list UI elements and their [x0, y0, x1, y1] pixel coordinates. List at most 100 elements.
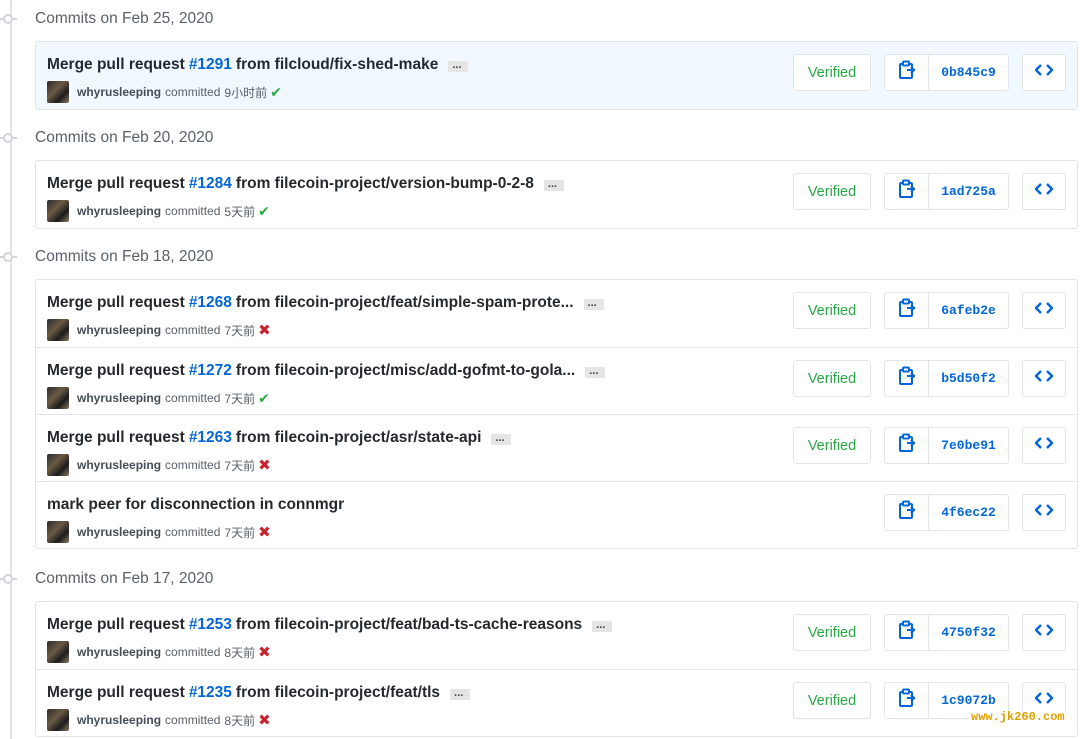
pull-request-link[interactable]: #1253 — [189, 615, 232, 635]
commit-sha-link[interactable]: 4750f32 — [929, 615, 1008, 650]
sha-button-group: 0b845c9 — [884, 54, 1009, 91]
commit-title[interactable]: Merge pull request #1272 from filecoin-pro… — [47, 360, 606, 382]
commit-author[interactable]: whyrusleeping — [77, 525, 161, 539]
avatar[interactable] — [47, 81, 69, 103]
x-icon[interactable]: ✖ — [258, 643, 271, 661]
commit-title[interactable]: Merge pull request #1235 from filecoin-pro… — [47, 682, 471, 704]
copy-sha-button[interactable] — [885, 293, 929, 328]
copy-sha-button[interactable] — [885, 361, 929, 396]
avatar[interactable] — [47, 709, 69, 731]
commit-author[interactable]: whyrusleeping — [77, 391, 161, 405]
commit-title[interactable]: mark peer for disconnection in connmgr — [47, 494, 344, 516]
commits-timeline: Commits on Feb 25, 2020 Merge pull reques… — [0, 0, 1080, 739]
clippy-icon — [898, 500, 916, 525]
commit-sha-link[interactable]: 1ad725a — [929, 174, 1008, 209]
verified-badge[interactable]: Verified — [793, 427, 871, 464]
verified-badge[interactable]: Verified — [793, 54, 871, 91]
commit-title[interactable]: Merge pull request #1253 from filecoin-pro… — [47, 614, 613, 636]
check-icon[interactable]: ✔ — [270, 84, 282, 101]
pull-request-link[interactable]: #1263 — [189, 428, 232, 448]
expand-message-button[interactable] — [491, 428, 512, 448]
copy-sha-button[interactable] — [885, 55, 929, 90]
avatar[interactable] — [47, 387, 69, 409]
commit-branch-text[interactable]: from filecoin-project/asr/state-api — [236, 428, 481, 448]
verified-badge[interactable]: Verified — [793, 682, 871, 719]
commit-author[interactable]: whyrusleeping — [77, 204, 161, 218]
pull-request-link[interactable]: #1291 — [189, 55, 232, 75]
commit-sha-link[interactable]: 4f6ec22 — [929, 495, 1008, 530]
browse-repo-button[interactable] — [1022, 292, 1066, 329]
copy-sha-button[interactable] — [885, 428, 929, 463]
commit-author[interactable]: whyrusleeping — [77, 85, 161, 99]
commit-message[interactable]: Merge pull request — [47, 55, 185, 75]
verified-badge[interactable]: Verified — [793, 292, 871, 329]
commit-author[interactable]: whyrusleeping — [77, 645, 161, 659]
commit-branch-text[interactable]: from filecoin-project/feat/simple-spam-p… — [236, 293, 574, 313]
commit-sha-link[interactable]: 6afeb2e — [929, 293, 1008, 328]
x-icon[interactable]: ✖ — [258, 456, 271, 474]
commit-author[interactable]: whyrusleeping — [77, 323, 161, 337]
expand-message-button[interactable] — [450, 683, 471, 703]
commit-branch-text[interactable]: from filecoin-project/feat/tls — [236, 683, 440, 703]
avatar[interactable] — [47, 454, 69, 476]
copy-sha-button[interactable] — [885, 615, 929, 650]
verified-badge[interactable]: Verified — [793, 614, 871, 651]
commit-message[interactable]: mark peer for disconnection in connmgr — [47, 495, 344, 515]
browse-repo-button[interactable] — [1022, 360, 1066, 397]
check-icon[interactable]: ✔ — [258, 390, 270, 407]
verified-badge[interactable]: Verified — [793, 360, 871, 397]
check-icon[interactable]: ✔ — [258, 203, 270, 220]
commit-sha-link[interactable]: 7e0be91 — [929, 428, 1008, 463]
commit-row: Merge pull request #1272 from filecoin-pro… — [36, 347, 1077, 414]
commit-meta: whyrusleeping committed 7天前 ✖ — [47, 319, 271, 341]
pull-request-link[interactable]: #1268 — [189, 293, 232, 313]
commit-message[interactable]: Merge pull request — [47, 615, 185, 635]
commit-group-header: Commits on Feb 25, 2020 — [0, 9, 1080, 33]
verified-badge[interactable]: Verified — [793, 173, 871, 210]
copy-sha-button[interactable] — [885, 174, 929, 209]
x-icon[interactable]: ✖ — [258, 321, 271, 339]
commit-branch-text[interactable]: from filecoin-project/version-bump-0-2-8 — [236, 174, 534, 194]
copy-sha-button[interactable] — [885, 495, 929, 530]
copy-sha-button[interactable] — [885, 683, 929, 718]
pull-request-link[interactable]: #1235 — [189, 683, 232, 703]
commit-message[interactable]: Merge pull request — [47, 174, 185, 194]
commit-meta: whyrusleeping committed 8天前 ✖ — [47, 641, 271, 663]
commit-message[interactable]: Merge pull request — [47, 361, 185, 381]
commit-message[interactable]: Merge pull request — [47, 293, 185, 313]
commit-branch-text[interactable]: from filecoin-project/misc/add-gofmt-to-… — [236, 361, 575, 381]
pull-request-link[interactable]: #1272 — [189, 361, 232, 381]
commit-sha-link[interactable]: 0b845c9 — [929, 55, 1008, 90]
commit-branch-text[interactable]: from filecoin-project/feat/bad-ts-cache-… — [236, 615, 582, 635]
code-icon — [1034, 503, 1054, 522]
avatar[interactable] — [47, 641, 69, 663]
x-icon[interactable]: ✖ — [258, 523, 271, 541]
browse-repo-button[interactable] — [1022, 54, 1066, 91]
expand-message-button[interactable] — [592, 615, 613, 635]
commit-author[interactable]: whyrusleeping — [77, 713, 161, 727]
commit-title[interactable]: Merge pull request #1263 from filecoin-pro… — [47, 427, 512, 449]
expand-message-button[interactable] — [448, 55, 469, 75]
expand-message-button[interactable] — [585, 361, 606, 381]
browse-repo-button[interactable] — [1022, 614, 1066, 651]
x-icon[interactable]: ✖ — [258, 711, 271, 729]
browse-repo-button[interactable] — [1022, 173, 1066, 210]
expand-message-button[interactable] — [583, 293, 604, 313]
avatar[interactable] — [47, 521, 69, 543]
commit-branch-text[interactable]: from filcloud/fix-shed-make — [236, 55, 438, 75]
commit-author[interactable]: whyrusleeping — [77, 458, 161, 472]
code-icon — [1034, 436, 1054, 455]
commit-title[interactable]: Merge pull request #1284 from filecoin-pro… — [47, 173, 564, 195]
commit-message[interactable]: Merge pull request — [47, 428, 185, 448]
avatar[interactable] — [47, 200, 69, 222]
commit-title[interactable]: Merge pull request #1291 from filcloud/fix… — [47, 54, 469, 76]
pull-request-link[interactable]: #1284 — [189, 174, 232, 194]
commit-meta: whyrusleeping committed 9小时前 ✔ — [47, 81, 282, 103]
avatar[interactable] — [47, 319, 69, 341]
commit-title[interactable]: Merge pull request #1268 from filecoin-pro… — [47, 292, 604, 314]
expand-message-button[interactable] — [543, 174, 564, 194]
browse-repo-button[interactable] — [1022, 427, 1066, 464]
commit-message[interactable]: Merge pull request — [47, 683, 185, 703]
browse-repo-button[interactable] — [1022, 494, 1066, 531]
commit-sha-link[interactable]: b5d50f2 — [929, 361, 1008, 396]
